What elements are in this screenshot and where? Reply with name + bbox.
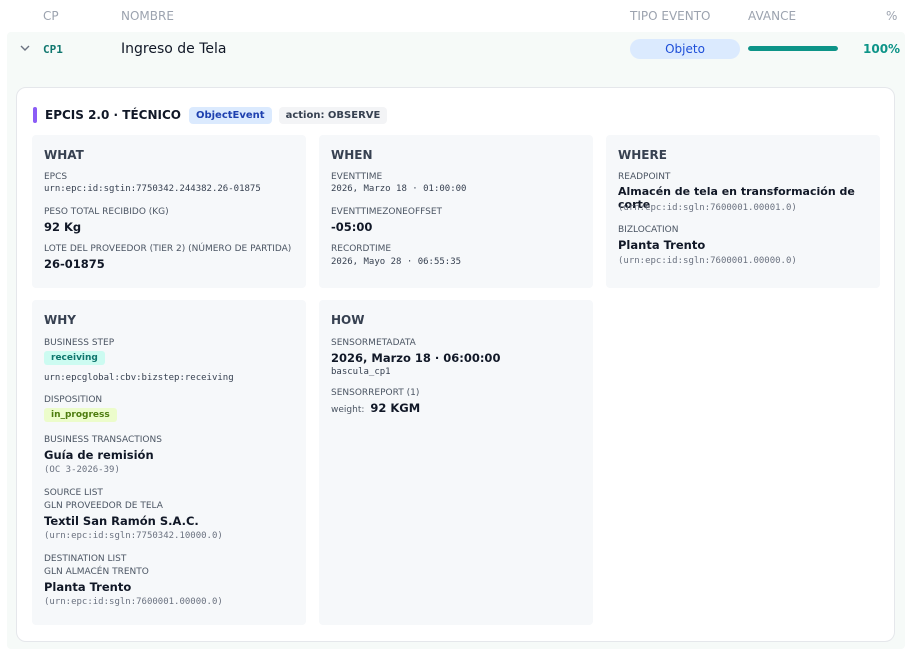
sensorreport-value: 92 KGM (370, 401, 421, 415)
source-value: Textil San Ramón S.A.C. (44, 514, 199, 528)
peso-value: 92 Kg (44, 220, 82, 234)
event-type-pill: Objeto (630, 39, 740, 59)
why-title: WHY (44, 313, 76, 327)
bizlocation-label: BIZLOCATION (618, 225, 679, 235)
bizstep-label: BUSINESS STEP (44, 338, 115, 348)
lote-value: 26-01875 (44, 257, 105, 271)
dest-urn: (urn:epc:id:sgln:7600001.00000.0) (44, 597, 223, 607)
transactions-ref: (OC 3-2026-39) (44, 465, 120, 475)
table-header: CP NOMBRE TIPO EVENTO AVANCE % (0, 0, 913, 32)
row-nombre: Ingreso de Tela (121, 41, 227, 57)
transactions-value: Guía de remisión (44, 448, 154, 462)
recordtime-label: RECORDTIME (331, 244, 392, 254)
dest-sub: GLN ALMACÉN TRENTO (44, 567, 149, 577)
progress-bar (748, 46, 838, 51)
header-tipo-evento[interactable]: TIPO EVENTO (630, 9, 711, 23)
where-panel: WHERE READPOINT Almacén de tela en trans… (606, 135, 880, 288)
lote-label: LOTE DEL PROVEEDOR (TIER 2) (NÚMERO DE P… (44, 244, 292, 254)
how-title: HOW (331, 313, 365, 327)
source-urn: (urn:epc:id:sgln:7750342.10000.0) (44, 531, 223, 541)
sensor-device: bascula_cp1 (331, 367, 391, 377)
card-title: EPCIS 2.0 · TÉCNICO ObjectEvent action: … (33, 105, 394, 125)
table-row[interactable]: CP1 Ingreso de Tela Objeto 100% (7, 32, 905, 68)
disposition-label: DISPOSITION (44, 395, 103, 405)
eventtime-label: EVENTTIME (331, 172, 383, 182)
where-title: WHERE (618, 148, 667, 162)
peso-label: PESO TOTAL RECIBIDO (KG) (44, 207, 169, 217)
sensorreport-key: weight: (331, 405, 365, 415)
sensormetadata-value: 2026, Marzo 18 · 06:00:00 (331, 351, 501, 365)
readpoint-urn: (urn:epc:id:sgln:7600001.00001.0) (618, 203, 797, 213)
chevron-down-icon[interactable] (17, 42, 33, 58)
eventtime-value: 2026, Marzo 18 · 01:00:00 (331, 184, 467, 194)
when-title: WHEN (331, 148, 373, 162)
event-type-badge: ObjectEvent (188, 106, 272, 124)
disposition-tag: in_progress (44, 408, 117, 422)
bizstep-urn: urn:epcglobal:cbv:bizstep:receiving (44, 373, 234, 383)
transactions-label: BUSINESS TRANSACTIONS (44, 435, 162, 445)
sensorreport-label: SENSORREPORT (1) (331, 388, 420, 398)
header-avance[interactable]: AVANCE (748, 9, 796, 23)
recordtime-value: 2026, Mayo 28 · 06:55:35 (331, 257, 462, 267)
row-cp: CP1 (43, 43, 63, 56)
epcs-label: EPCS (44, 172, 68, 182)
bizlocation-urn: (urn:epc:id:sgln:7600001.00000.0) (618, 256, 797, 266)
sensorreport-entry: weight: 92 KGM (331, 401, 420, 415)
bizlocation-value: Planta Trento (618, 238, 706, 252)
header-pct[interactable]: % (886, 9, 897, 23)
epcis-detail-card: EPCIS 2.0 · TÉCNICO ObjectEvent action: … (16, 87, 895, 642)
row-pct: 100% (863, 42, 901, 56)
header-nombre[interactable]: NOMBRE (121, 9, 174, 23)
why-panel: WHY BUSINESS STEP receiving urn:epcgloba… (32, 300, 306, 625)
what-panel: WHAT EPCS urn:epc:id:sgtin:7750342.24438… (32, 135, 306, 288)
title-accent-bar (33, 107, 37, 123)
epcs-value: urn:epc:id:sgtin:7750342.244382.26-01875 (44, 184, 261, 194)
sensormetadata-label: SENSORMETADATA (331, 338, 416, 348)
card-title-text: EPCIS 2.0 · TÉCNICO (45, 108, 181, 122)
bizstep-tag: receiving (44, 351, 105, 365)
dest-label: DESTINATION LIST (44, 554, 127, 564)
action-badge: action: OBSERVE (278, 106, 388, 124)
header-cp[interactable]: CP (43, 9, 59, 23)
tz-label: EVENTTIMEZONEOFFSET (331, 207, 443, 217)
how-panel: HOW SENSORMETADATA 2026, Marzo 18 · 06:0… (319, 300, 593, 625)
tz-value: -05:00 (331, 220, 373, 234)
source-sub: GLN PROVEEDOR DE TELA (44, 501, 163, 511)
what-title: WHAT (44, 148, 84, 162)
dest-value: Planta Trento (44, 580, 132, 594)
when-panel: WHEN EVENTTIME 2026, Marzo 18 · 01:00:00… (319, 135, 593, 288)
readpoint-label: READPOINT (618, 172, 671, 182)
progress-bar-fill (748, 46, 838, 51)
source-label: SOURCE LIST (44, 488, 103, 498)
